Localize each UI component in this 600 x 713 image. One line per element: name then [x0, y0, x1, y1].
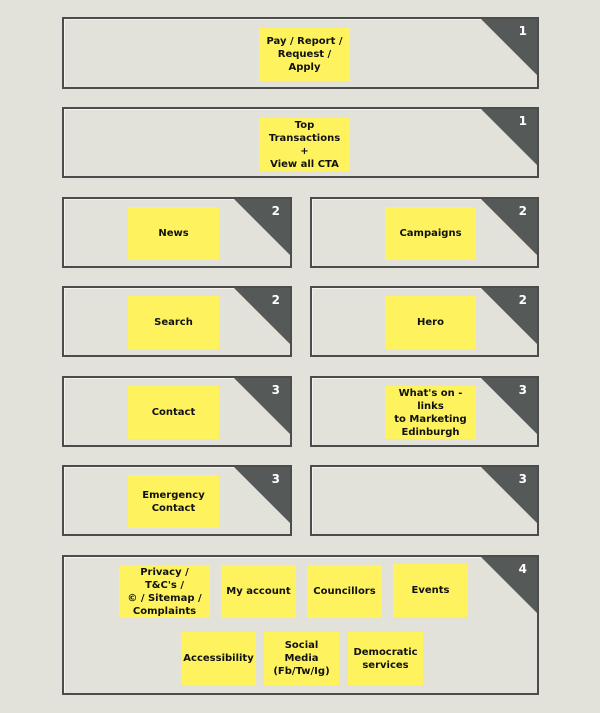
priority-panel-emergency-contact: 3 Emergency Contact — [62, 465, 292, 536]
sticky-note: Pay / Report / Request / Apply — [259, 28, 350, 81]
sticky-note-events: Events — [393, 564, 468, 617]
priority-corner-triangle — [481, 467, 537, 523]
sticky-note: What's on - links to Marketing Edinburgh — [385, 386, 476, 439]
priority-corner-triangle — [234, 288, 290, 344]
sticky-note: Emergency Contact — [128, 475, 219, 528]
priority-number: 3 — [518, 472, 527, 486]
priority-panel-hero: 2 Hero — [310, 286, 539, 357]
priority-number: 1 — [518, 24, 527, 38]
priority-panel-news: 2 News — [62, 197, 292, 268]
priority-corner-triangle — [481, 199, 537, 255]
priority-number: 4 — [518, 562, 527, 576]
priority-corner-triangle — [481, 19, 537, 75]
sticky-note: News — [128, 207, 219, 260]
priority-number: 3 — [271, 383, 280, 397]
priority-corner-triangle — [481, 557, 537, 613]
priority-panel-search: 2 Search — [62, 286, 292, 357]
sticky-note: Top Transactions + View all CTA — [259, 118, 350, 171]
sticky-note-social-media: Social Media (Fb/Tw/Ig) — [264, 632, 339, 685]
priority-corner-triangle — [234, 467, 290, 523]
sticky-note-my-account: My account — [221, 565, 296, 618]
sticky-note: Campaigns — [385, 207, 476, 260]
priority-panel-empty: 3 — [310, 465, 539, 536]
sticky-note-accessibility: Accessibility — [181, 632, 256, 685]
priority-number: 3 — [271, 472, 280, 486]
priority-panel-top-transactions: 1 Top Transactions + View all CTA — [62, 107, 539, 178]
sticky-note: Contact — [128, 386, 219, 439]
priority-number: 3 — [518, 383, 527, 397]
priority-corner-triangle — [481, 109, 537, 165]
priority-corner-triangle — [234, 199, 290, 255]
priority-panel-campaigns: 2 Campaigns — [310, 197, 539, 268]
priority-number: 2 — [518, 204, 527, 218]
sticky-note-democratic-services: Democratic services — [348, 632, 423, 685]
sticky-note: Hero — [385, 296, 476, 349]
priority-corner-triangle — [234, 378, 290, 434]
priority-panel-pay-report: 1 Pay / Report / Request / Apply — [62, 17, 539, 89]
priority-corner-triangle — [481, 288, 537, 344]
priority-number: 2 — [271, 204, 280, 218]
sticky-note-privacy: Privacy / T&C's / © / Sitemap / Complain… — [119, 565, 210, 618]
priority-number: 2 — [271, 293, 280, 307]
priority-number: 1 — [518, 114, 527, 128]
priority-panel-whats-on: 3 What's on - links to Marketing Edinbur… — [310, 376, 539, 447]
priority-corner-triangle — [481, 378, 537, 434]
priority-number: 2 — [518, 293, 527, 307]
sticky-note-councillors: Councillors — [307, 565, 382, 618]
priority-panel-contact: 3 Contact — [62, 376, 292, 447]
sticky-note: Search — [128, 296, 219, 349]
priority-panel-footer: 4 Privacy / T&C's / © / Sitemap / Compla… — [62, 555, 539, 695]
